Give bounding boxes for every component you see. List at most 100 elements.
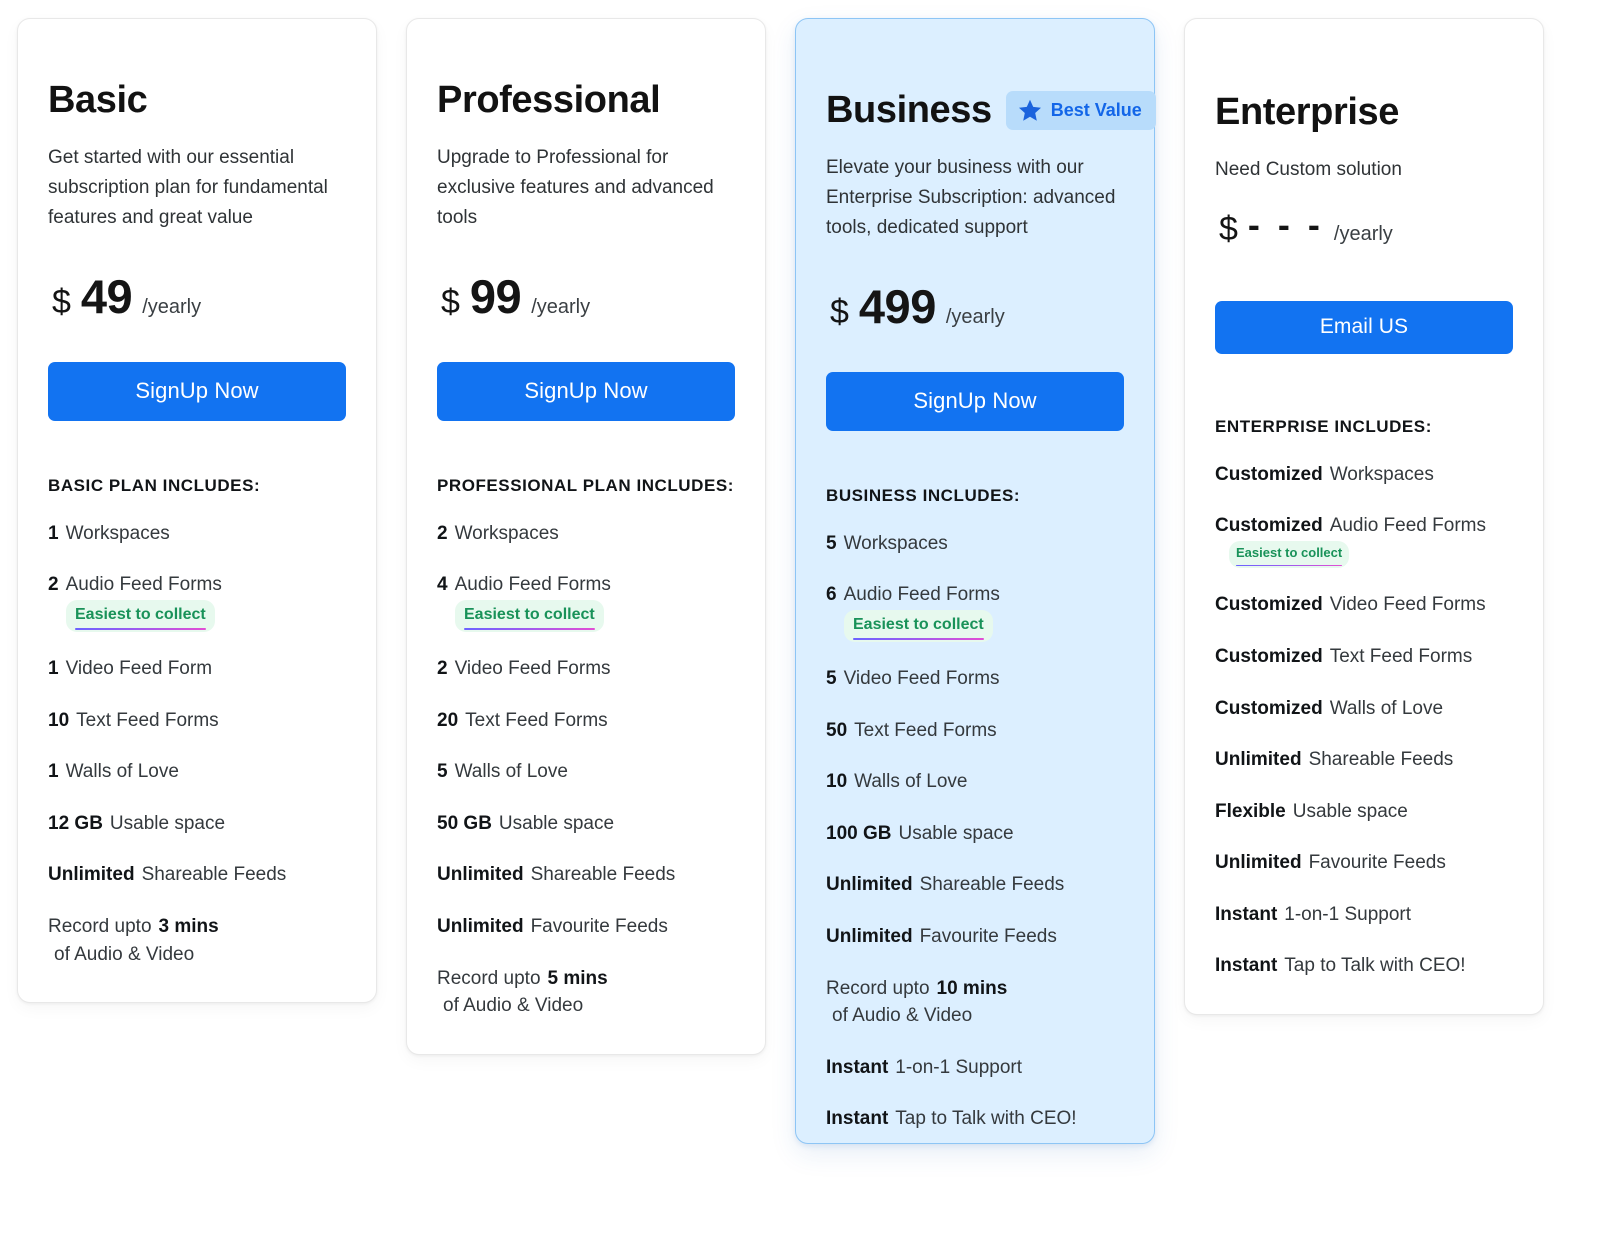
feature-tail: of Audio & Video bbox=[54, 943, 195, 965]
star-icon bbox=[1018, 99, 1042, 122]
currency-symbol: $ bbox=[830, 292, 849, 331]
feature-label: Tap to Talk with CEO! bbox=[895, 1108, 1077, 1130]
feature-label: Walls of Love bbox=[454, 761, 568, 783]
feature-quantity: Unlimited bbox=[826, 874, 913, 896]
list-item: Customized Walls of Love bbox=[1215, 695, 1513, 723]
list-item: 5 Workspaces bbox=[826, 530, 1124, 558]
feature-quantity: 3 mins bbox=[158, 915, 219, 937]
feature-label: Tap to Talk with CEO! bbox=[1284, 955, 1466, 977]
list-item: 5 Video Feed Forms bbox=[826, 665, 1124, 693]
plan-title-row: Professional bbox=[437, 80, 735, 121]
feature-quantity: Customized bbox=[1215, 594, 1323, 616]
easiest-to-collect-badge: Easiest to collect bbox=[66, 600, 215, 633]
best-value-badge: Best Value bbox=[1005, 91, 1156, 131]
email-us-button[interactable]: Email US bbox=[1215, 300, 1513, 354]
feature-quantity: 50 bbox=[826, 719, 848, 741]
feature-label: Workspaces bbox=[65, 522, 170, 544]
list-item: Record upto 3 mins of Audio & Video bbox=[48, 913, 346, 968]
feature-quantity: 2 bbox=[48, 574, 59, 596]
list-item: 12 GB Usable space bbox=[48, 810, 346, 838]
price-amount: - - - bbox=[1247, 203, 1324, 245]
list-item: 100 GB Usable space bbox=[826, 820, 1124, 848]
list-item: Unlimited Favourite Feeds bbox=[826, 923, 1124, 951]
feature-lead: Record upto bbox=[48, 915, 152, 937]
feature-label: Video Feed Form bbox=[65, 658, 213, 680]
list-item: 4 Audio Feed Forms Easiest to collect bbox=[437, 571, 735, 633]
list-item: Customized Video Feed Forms bbox=[1215, 591, 1513, 619]
includes-heading: BUSINESS INCLUDES: bbox=[826, 485, 1021, 505]
list-item: Flexible Usable space bbox=[1215, 798, 1513, 826]
feature-label: Video Feed Forms bbox=[454, 658, 611, 680]
feature-quantity: 12 GB bbox=[48, 812, 103, 834]
feature-quantity: Customized bbox=[1215, 515, 1323, 537]
easiest-to-collect-label: Easiest to collect bbox=[464, 606, 595, 624]
page-title: Basic bbox=[48, 79, 148, 121]
price-row: $49/yearly bbox=[52, 269, 346, 324]
easiest-to-collect-badge: Easiest to collect bbox=[844, 610, 993, 643]
list-item: 50 Text Feed Forms bbox=[826, 717, 1124, 745]
page-title: Enterprise bbox=[1215, 91, 1399, 133]
list-item: 50 GB Usable space bbox=[437, 810, 735, 838]
list-item: Unlimited Shareable Feeds bbox=[437, 861, 735, 889]
price-row: $99/yearly bbox=[441, 269, 735, 324]
plan-description: Elevate your business with our Enterpris… bbox=[826, 156, 1116, 238]
signup-now-button[interactable]: SignUp Now bbox=[437, 361, 735, 421]
plan-title-row: Basic bbox=[48, 79, 346, 121]
gradient-underline bbox=[75, 628, 206, 631]
signup-now-button[interactable]: SignUp Now bbox=[48, 361, 346, 421]
feature-label: Shareable Feeds bbox=[530, 864, 676, 886]
feature-label: Audio Feed Forms bbox=[1329, 515, 1486, 537]
price-amount: 499 bbox=[858, 279, 936, 333]
feature-quantity: Flexible bbox=[1215, 800, 1286, 822]
feature-quantity: Unlimited bbox=[48, 864, 135, 886]
feature-label: Usable space bbox=[898, 822, 1014, 844]
feature-lead: Record upto bbox=[826, 977, 930, 999]
price-period: /yearly bbox=[945, 305, 1005, 328]
signup-now-button[interactable]: SignUp Now bbox=[826, 371, 1124, 431]
feature-quantity: Unlimited bbox=[437, 915, 524, 937]
feature-list: Customized Workspaces Customized Audio Feed… bbox=[1215, 461, 1513, 980]
feature-label: 1-on-1 Support bbox=[895, 1056, 1023, 1078]
feature-quantity: 5 bbox=[437, 761, 448, 783]
feature-lead: Record upto bbox=[437, 967, 541, 989]
gradient-underline bbox=[464, 628, 595, 631]
feature-label: Audio Feed Forms bbox=[843, 584, 1000, 606]
price-amount: 99 bbox=[469, 269, 522, 323]
feature-label: 1-on-1 Support bbox=[1284, 903, 1412, 925]
feature-quantity: 10 bbox=[826, 771, 848, 793]
feature-quantity: 10 bbox=[48, 709, 70, 731]
list-item: Instant Tap to Talk with CEO! bbox=[826, 1105, 1124, 1133]
feature-quantity: 5 bbox=[826, 532, 837, 554]
feature-label: Audio Feed Forms bbox=[454, 574, 611, 596]
feature-quantity: Instant bbox=[1215, 955, 1278, 977]
feature-label: Walls of Love bbox=[65, 761, 179, 783]
list-item: Unlimited Shareable Feeds bbox=[826, 871, 1124, 899]
list-item: Customized Text Feed Forms bbox=[1215, 643, 1513, 671]
easiest-to-collect-label: Easiest to collect bbox=[853, 616, 984, 634]
feature-label: Workspaces bbox=[454, 522, 559, 544]
feature-list: 2 Workspaces 4 Audio Feed Forms Easiest to c… bbox=[437, 520, 735, 1020]
price-row: $499/yearly bbox=[830, 279, 1124, 334]
feature-label: Favourite Feeds bbox=[1308, 852, 1446, 874]
feature-label: Text Feed Forms bbox=[76, 709, 219, 731]
feature-quantity: Customized bbox=[1215, 463, 1323, 485]
list-item: Instant 1-on-1 Support bbox=[1215, 901, 1513, 929]
list-item: Instant Tap to Talk with CEO! bbox=[1215, 952, 1513, 980]
list-item: 1 Walls of Love bbox=[48, 758, 346, 786]
easiest-to-collect-label: Easiest to collect bbox=[75, 606, 206, 624]
feature-quantity: Unlimited bbox=[437, 864, 524, 886]
gradient-underline bbox=[853, 638, 984, 641]
feature-label: Shareable Feeds bbox=[1308, 749, 1454, 771]
currency-symbol: $ bbox=[1219, 209, 1238, 248]
price-amount: 49 bbox=[80, 269, 133, 323]
list-item: 2 Workspaces bbox=[437, 520, 735, 548]
list-item: Instant 1-on-1 Support bbox=[826, 1054, 1124, 1082]
feature-label: Usable space bbox=[109, 812, 226, 834]
feature-label: Walls of Love bbox=[1329, 697, 1444, 719]
plan-title-row: Enterprise bbox=[1215, 91, 1513, 133]
plan-description: Upgrade to Professional for exclusive fe… bbox=[437, 146, 714, 228]
feature-label: Video Feed Forms bbox=[1329, 594, 1486, 616]
plan-title-row: Business Best Value bbox=[826, 90, 1156, 131]
feature-quantity: 1 bbox=[48, 761, 59, 783]
feature-quantity: 6 bbox=[826, 584, 837, 606]
